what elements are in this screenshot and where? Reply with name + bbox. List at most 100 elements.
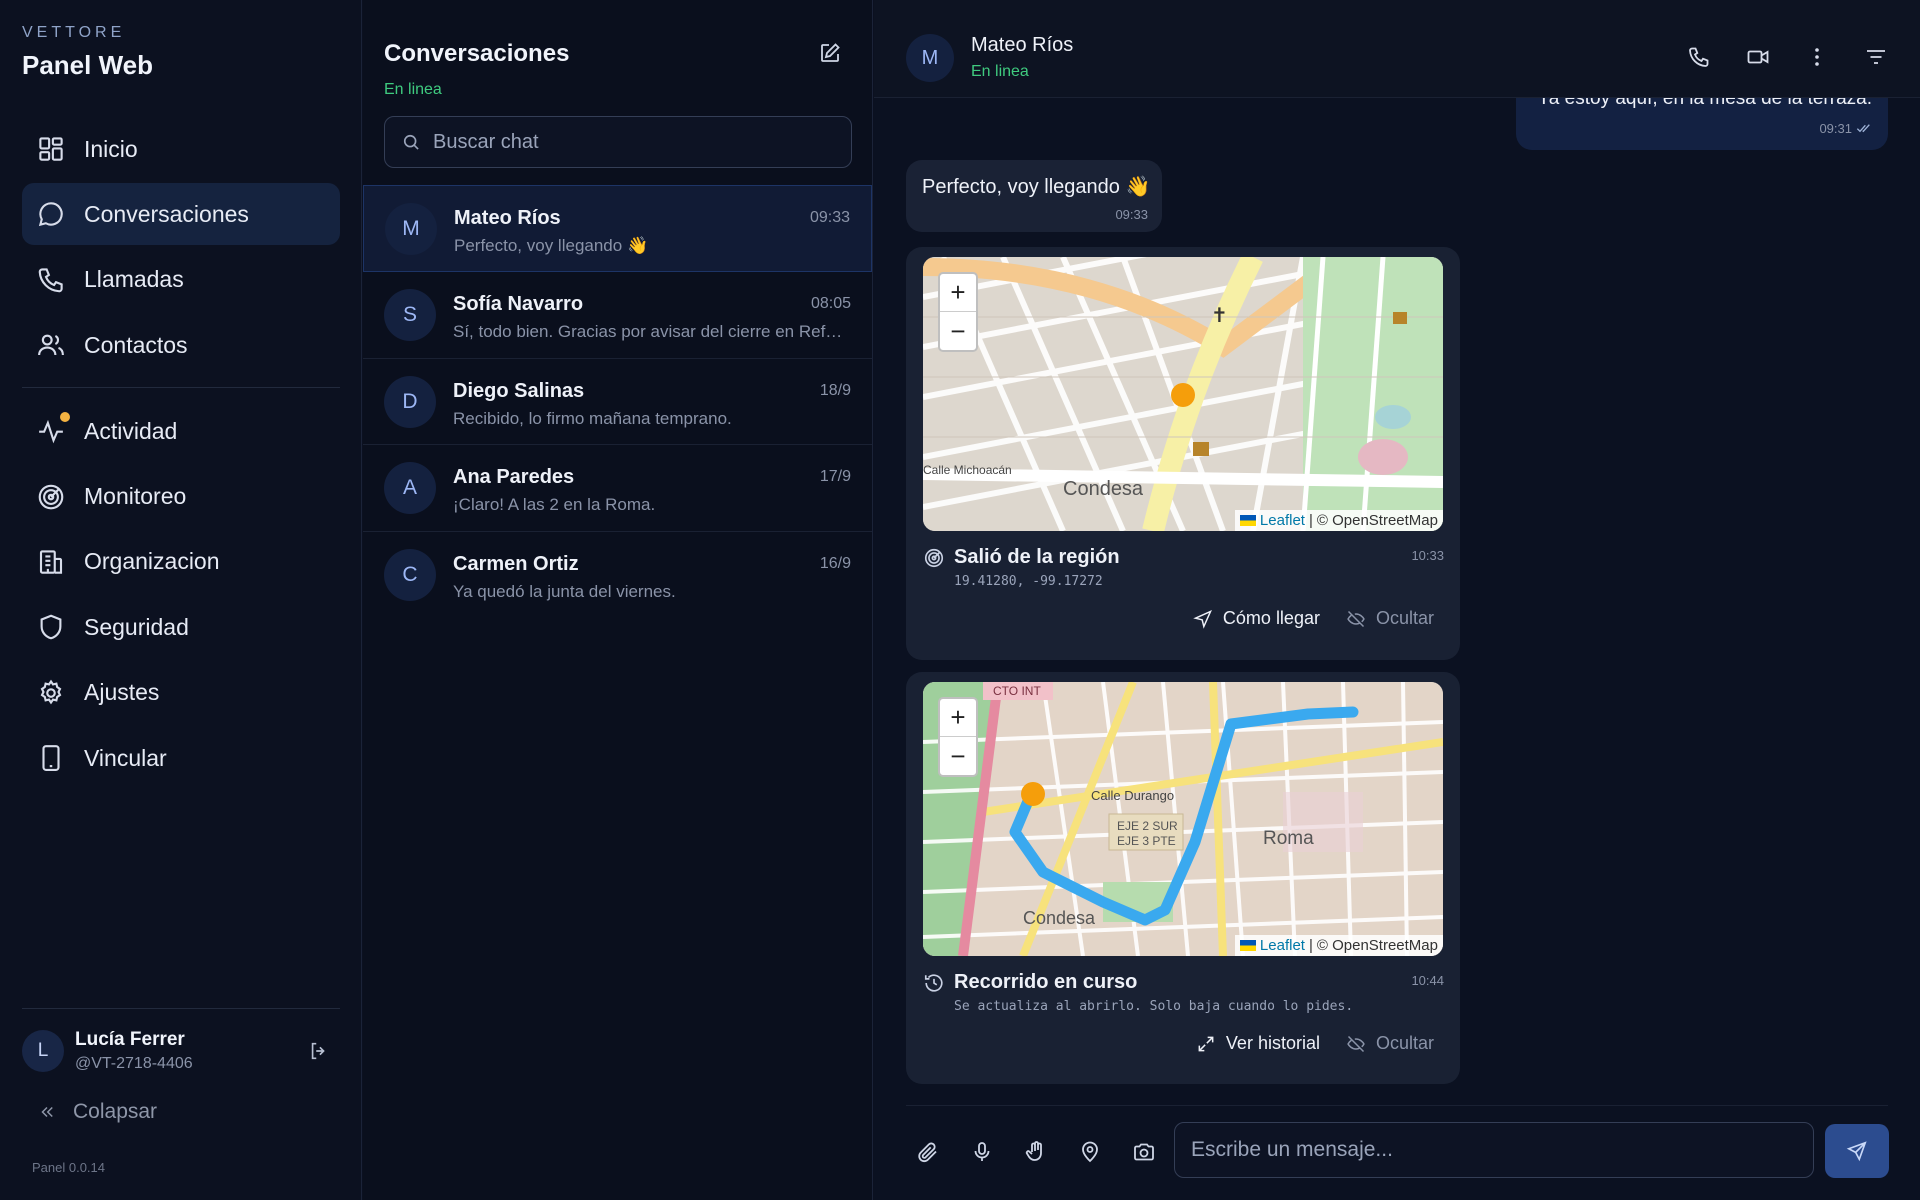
brand-kicker: VETTORE — [22, 24, 126, 41]
search-input[interactable] — [433, 130, 833, 154]
map-tile: Condesa Calle Michoacán ✝ — [923, 257, 1443, 531]
card-actions: Ver historial Ocultar — [1170, 1033, 1434, 1054]
sidebar: VETTORE Panel Web Inicio Conversaciones … — [0, 0, 362, 1200]
nav-item-inicio[interactable]: Inicio — [22, 118, 340, 180]
conversation-list: M Mateo Ríos Perfecto, voy llegando 👋 09… — [363, 185, 872, 619]
paperclip-icon[interactable] — [916, 1140, 940, 1164]
map-label: EJE 3 PTE — [1117, 834, 1176, 848]
user-profile[interactable]: L Lucía Ferrer @VT-2718-4406 — [22, 1026, 340, 1076]
message-time: 09:33 — [1115, 207, 1148, 222]
nav-item-actividad[interactable]: Actividad — [22, 400, 340, 462]
route-card: CTO INT Calle Durango EJE 2 SUR EJE 3 PT… — [906, 672, 1460, 1084]
map-label: Condesa — [1063, 478, 1144, 500]
send-icon — [1846, 1140, 1868, 1162]
send-button[interactable] — [1825, 1124, 1889, 1178]
phone-icon[interactable] — [1687, 45, 1711, 69]
hand-icon[interactable] — [1024, 1140, 1048, 1164]
hide-button[interactable]: Ocultar — [1346, 608, 1434, 629]
nav-item-contactos[interactable]: Contactos — [22, 314, 340, 376]
view-history-button[interactable]: Ver historial — [1196, 1033, 1320, 1054]
avatar: S — [384, 288, 436, 341]
zoom-in-button[interactable]: + — [940, 699, 976, 737]
card-title: Salió de la región — [954, 546, 1120, 568]
nav-label: Seguridad — [84, 613, 189, 640]
conversation-item[interactable]: A Ana Paredes ¡Claro! A las 2 en la Roma… — [363, 445, 872, 533]
conversation-item[interactable]: D Diego Salinas Recibido, lo firmo mañan… — [363, 359, 872, 446]
video-icon[interactable] — [1746, 45, 1770, 69]
nav-item-llamadas[interactable]: Llamadas — [22, 249, 340, 311]
conversation-item[interactable]: M Mateo Ríos Perfecto, voy llegando 👋 09… — [363, 185, 872, 272]
header-actions — [1652, 45, 1888, 69]
nav-item-ajustes[interactable]: Ajustes — [22, 662, 340, 724]
location-marker — [1021, 782, 1045, 806]
map-pin-icon[interactable] — [1078, 1140, 1102, 1164]
nav-item-vincular[interactable]: Vincular — [22, 727, 340, 789]
map-view[interactable]: CTO INT Calle Durango EJE 2 SUR EJE 3 PT… — [923, 682, 1443, 956]
message-time: 17/9 — [819, 468, 851, 486]
conversation-item[interactable]: S Sofía Navarro Sí, todo bien. Gracias p… — [363, 272, 872, 359]
message-input[interactable] — [1174, 1122, 1814, 1178]
location-alert-card: Condesa Calle Michoacán ✝ + − Leaflet | … — [906, 247, 1460, 660]
map-street-label: Calle Michoacán — [923, 463, 1012, 477]
zoom-out-button[interactable]: − — [940, 312, 976, 350]
message-preview: Perfecto, voy llegando 👋 — [454, 236, 649, 255]
message-time: 09:33 — [809, 209, 850, 226]
ukraine-flag-icon — [1239, 515, 1256, 526]
filter-icon[interactable] — [1864, 45, 1888, 69]
ukraine-flag-icon — [1239, 940, 1256, 951]
version-label: Panel 0.0.14 — [32, 1160, 106, 1175]
microphone-icon[interactable] — [970, 1140, 994, 1164]
map-attribution: Leaflet | © OpenStreetMap — [1234, 510, 1443, 531]
leaflet-link[interactable]: Leaflet — [1260, 937, 1305, 954]
card-title: Recorrido en curso — [954, 971, 1138, 993]
conversation-item[interactable]: C Carmen Ortiz Ya quedó la junta del vie… — [363, 532, 872, 619]
user-handle: @VT-2718-4406 — [75, 1055, 193, 1072]
message-preview: Sí, todo bien. Gracias por avisar del ci… — [453, 321, 848, 341]
nav-item-seguridad[interactable]: Seguridad — [22, 596, 340, 658]
compose-icon[interactable] — [818, 41, 842, 65]
map-view[interactable]: Condesa Calle Michoacán ✝ + − Leaflet | … — [923, 257, 1443, 531]
camera-icon[interactable] — [1132, 1140, 1156, 1164]
contact-name: Carmen Ortiz — [453, 553, 579, 576]
directions-button[interactable]: Cómo llegar — [1193, 608, 1320, 629]
gear-icon — [36, 678, 66, 708]
nav-item-conversaciones[interactable]: Conversaciones — [22, 183, 340, 246]
brand: VETTORE Panel Web — [22, 24, 153, 81]
message-time: 18/9 — [819, 381, 851, 399]
map-attribution: Leaflet | © OpenStreetMap — [1234, 935, 1443, 956]
expand-icon — [1196, 1034, 1216, 1054]
avatar: M — [385, 203, 437, 255]
user-name: Lucía Ferrer — [75, 1029, 185, 1050]
more-vertical-icon[interactable] — [1805, 45, 1829, 69]
nav-label: Vincular — [84, 744, 167, 771]
osm-credit: © OpenStreetMap — [1316, 512, 1438, 529]
map-label: EJE 2 SUR — [1117, 819, 1178, 833]
panel-title: Conversaciones — [384, 40, 570, 67]
history-icon — [923, 972, 945, 994]
avatar: D — [384, 375, 436, 428]
zoom-out-button[interactable]: − — [940, 737, 976, 775]
button-label: Cómo llegar — [1222, 608, 1320, 628]
hide-button[interactable]: Ocultar — [1346, 1033, 1434, 1054]
nav-item-monitoreo[interactable]: Monitoreo — [22, 466, 340, 528]
conversation-panel: Conversaciones En linea M Mateo Ríos Per… — [363, 0, 873, 1200]
map-tile: CTO INT Calle Durango EJE 2 SUR EJE 3 PT… — [923, 682, 1443, 956]
chevrons-left-icon — [38, 1103, 56, 1121]
collapse-button[interactable]: Colapsar — [38, 1100, 157, 1124]
search-box — [384, 116, 852, 168]
nav-label: Llamadas — [84, 266, 184, 293]
zoom-in-button[interactable]: + — [940, 274, 976, 312]
osm-credit: © OpenStreetMap — [1316, 937, 1438, 954]
zoom-control: + − — [938, 272, 978, 352]
nav-label: Conversaciones — [84, 200, 249, 227]
logout-icon[interactable] — [308, 1040, 330, 1062]
eye-off-icon — [1346, 609, 1366, 629]
main-nav: Inicio Conversaciones Llamadas Contactos — [22, 118, 340, 793]
library-icon — [1193, 442, 1209, 456]
nav-label: Organizacion — [84, 548, 220, 575]
message-preview: Recibido, lo firmo mañana temprano. — [453, 408, 732, 428]
nav-item-organizacion[interactable]: Organizacion — [22, 531, 340, 593]
message-area: Ya estoy aquí, en la mesa de la terraza.… — [874, 0, 1920, 1105]
card-actions: Cómo llegar Ocultar — [1167, 608, 1434, 629]
leaflet-link[interactable]: Leaflet — [1260, 512, 1305, 529]
